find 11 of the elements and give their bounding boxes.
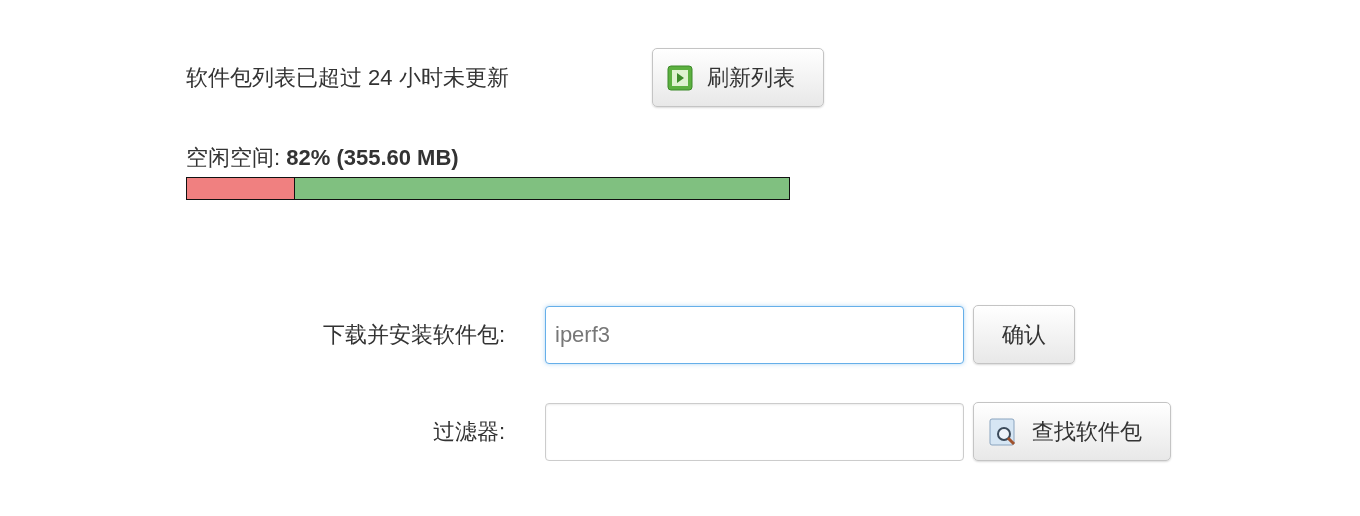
package-name-field[interactable]: iperf3 <box>545 305 964 364</box>
refresh-button[interactable]: 刷新列表 <box>652 48 824 107</box>
confirm-button[interactable]: 确认 <box>973 305 1075 364</box>
free-space-label: 空闲空间: 82% (355.60 MB) <box>186 144 460 172</box>
play-icon <box>667 64 693 91</box>
field-label: 过滤器: <box>431 417 506 446</box>
update-notice: 软件包列表已超过 24 小时未更新 <box>186 63 510 92</box>
filter-field[interactable] <box>545 402 964 461</box>
find-package-button[interactable]: 查找软件包 <box>973 402 1171 461</box>
search-icon <box>988 416 1018 447</box>
field-label: 下载并安装软件包: <box>321 320 506 349</box>
